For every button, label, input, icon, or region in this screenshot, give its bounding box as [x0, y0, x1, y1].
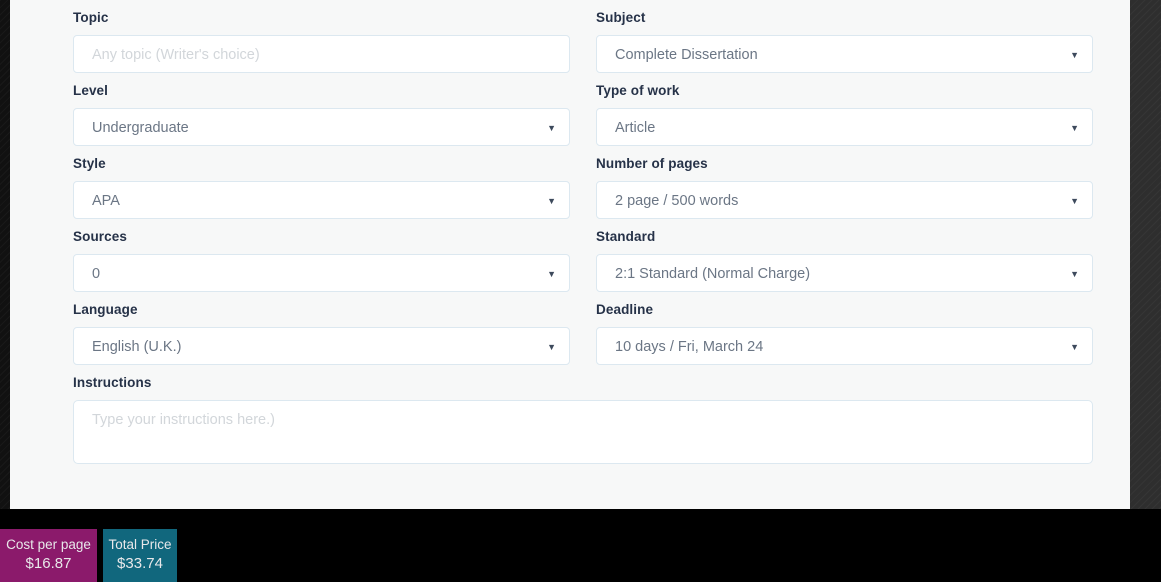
label-subject: Subject: [596, 10, 646, 25]
form-grid: Topic Any topic (Writer's choice) Subjec…: [73, 0, 1093, 464]
type-of-work-value: Article: [615, 120, 656, 136]
cost-per-page-title: Cost per page: [6, 537, 91, 552]
subject-value: Complete Dissertation: [615, 47, 758, 63]
topic-placeholder: Any topic (Writer's choice): [92, 47, 260, 63]
standard-value: 2:1 Standard (Normal Charge): [615, 266, 811, 282]
order-form-card: Topic Any topic (Writer's choice) Subjec…: [10, 0, 1130, 509]
right-edge-decoration: [1130, 0, 1161, 509]
order-form-page: Topic Any topic (Writer's choice) Subjec…: [0, 0, 1161, 582]
style-value: APA: [92, 193, 120, 209]
chevron-down-icon: ▼: [547, 269, 556, 279]
left-edge-decoration: [0, 0, 10, 509]
label-style: Style: [73, 156, 106, 171]
chevron-down-icon: ▼: [547, 342, 556, 352]
form-row: Sources 0 ▼ Standard 2:1 Standard (Norma…: [73, 219, 1093, 292]
field-sources: Sources 0 ▼: [73, 219, 570, 292]
form-row: Level Undergraduate ▼ Type of work Artic…: [73, 73, 1093, 146]
sources-value: 0: [92, 266, 101, 282]
deadline-value: 10 days / Fri, March 24: [615, 339, 764, 355]
total-price-title: Total Price: [108, 537, 172, 552]
total-price-badge: Total Price $33.74: [103, 529, 177, 582]
language-value: English (U.K.): [92, 339, 182, 355]
field-subject: Subject Complete Dissertation ▼: [596, 0, 1093, 73]
form-row: Instructions Type your instructions here…: [73, 365, 1093, 464]
chevron-down-icon: ▼: [1070, 123, 1079, 133]
field-number-of-pages: Number of pages 2 page / 500 words ▼: [596, 146, 1093, 219]
field-deadline: Deadline 10 days / Fri, March 24 ▼: [596, 292, 1093, 365]
form-row: Topic Any topic (Writer's choice) Subjec…: [73, 0, 1093, 73]
cost-per-page-value: $16.87: [25, 555, 72, 572]
field-instructions: Instructions Type your instructions here…: [73, 365, 1093, 464]
label-sources: Sources: [73, 229, 127, 244]
number-of-pages-value: 2 page / 500 words: [615, 193, 739, 209]
field-standard: Standard 2:1 Standard (Normal Charge) ▼: [596, 219, 1093, 292]
form-row: Style APA ▼ Number of pages 2 page / 500…: [73, 146, 1093, 219]
label-instructions: Instructions: [73, 375, 152, 390]
type-of-work-select[interactable]: Article ▼: [596, 108, 1093, 146]
form-row: Language English (U.K.) ▼ Deadline 10 da…: [73, 292, 1093, 365]
field-language: Language English (U.K.) ▼: [73, 292, 570, 365]
label-topic: Topic: [73, 10, 109, 25]
label-language: Language: [73, 302, 138, 317]
style-select[interactable]: APA ▼: [73, 181, 570, 219]
label-number-of-pages: Number of pages: [596, 156, 708, 171]
deadline-select[interactable]: 10 days / Fri, March 24 ▼: [596, 327, 1093, 365]
chevron-down-icon: ▼: [1070, 196, 1079, 206]
label-deadline: Deadline: [596, 302, 654, 317]
label-level: Level: [73, 83, 109, 98]
chevron-down-icon: ▼: [547, 196, 556, 206]
instructions-placeholder: Type your instructions here.): [92, 412, 275, 428]
chevron-down-icon: ▼: [1070, 50, 1079, 60]
language-select[interactable]: English (U.K.) ▼: [73, 327, 570, 365]
subject-select[interactable]: Complete Dissertation ▼: [596, 35, 1093, 73]
chevron-down-icon: ▼: [1070, 342, 1079, 352]
standard-select[interactable]: 2:1 Standard (Normal Charge) ▼: [596, 254, 1093, 292]
chevron-down-icon: ▼: [547, 123, 556, 133]
level-value: Undergraduate: [92, 120, 189, 136]
topic-input[interactable]: Any topic (Writer's choice): [73, 35, 570, 73]
label-type-of-work: Type of work: [596, 83, 680, 98]
level-select[interactable]: Undergraduate ▼: [73, 108, 570, 146]
chevron-down-icon: ▼: [1070, 269, 1079, 279]
field-level: Level Undergraduate ▼: [73, 73, 570, 146]
instructions-textarea[interactable]: Type your instructions here.): [73, 400, 1093, 464]
cost-per-page-badge: Cost per page $16.87: [0, 529, 97, 582]
bottom-action-bar: Cost per page $16.87 Total Price $33.74 …: [0, 509, 1161, 582]
total-price-value: $33.74: [117, 555, 163, 572]
number-of-pages-select[interactable]: 2 page / 500 words ▼: [596, 181, 1093, 219]
sources-select[interactable]: 0 ▼: [73, 254, 570, 292]
field-style: Style APA ▼: [73, 146, 570, 219]
label-standard: Standard: [596, 229, 656, 244]
field-type-of-work: Type of work Article ▼: [596, 73, 1093, 146]
field-topic: Topic Any topic (Writer's choice): [73, 0, 570, 73]
